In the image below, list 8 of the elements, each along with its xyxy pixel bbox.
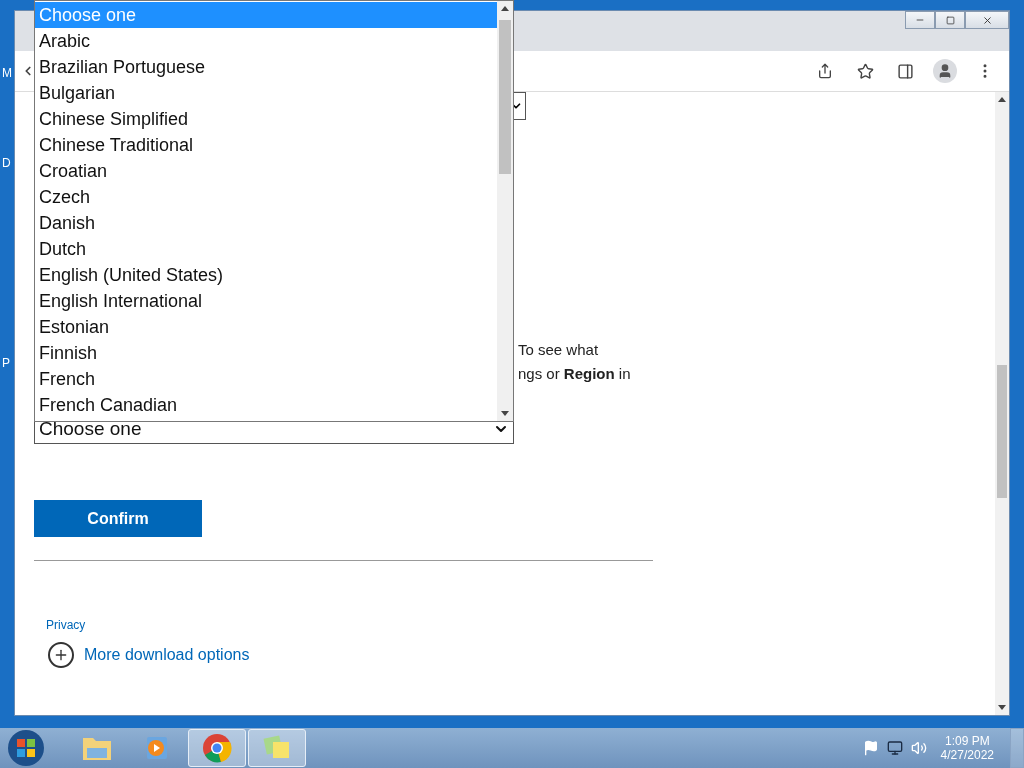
privacy-link[interactable]: Privacy — [46, 618, 86, 632]
desktop-icon-label: P — [2, 355, 11, 370]
desktop-icon-label: M — [2, 65, 12, 80]
paragraph-text: To see what — [518, 340, 600, 360]
paragraph-text: ngs or Region in — [518, 364, 631, 384]
more-download-options-link[interactable]: More download options — [84, 646, 250, 664]
desktop-icon-label: D — [2, 155, 12, 170]
confirm-button[interactable]: Confirm — [34, 500, 202, 537]
